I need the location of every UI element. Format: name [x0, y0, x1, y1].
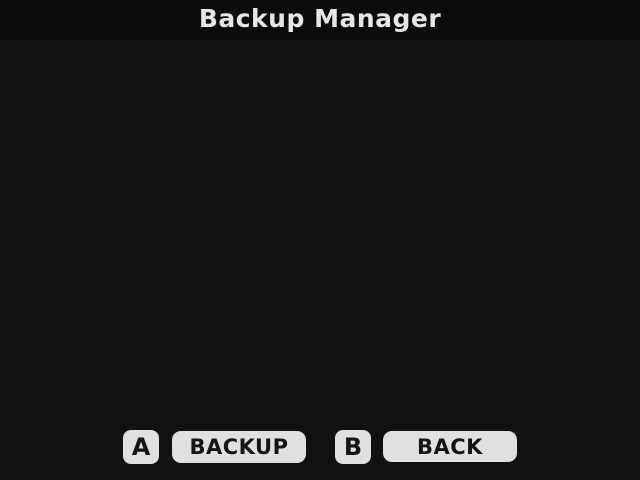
screen: Backup Manager A BACKUP B BACK: [0, 0, 640, 480]
b-button-icon[interactable]: B: [335, 430, 371, 464]
backup-button[interactable]: BACKUP: [172, 431, 306, 463]
back-button[interactable]: BACK: [383, 431, 517, 462]
button-hint-bar: A BACKUP B BACK: [0, 424, 640, 480]
content-area: [0, 40, 640, 424]
page-title: Backup Manager: [198, 3, 442, 33]
a-button-icon[interactable]: A: [123, 430, 159, 464]
title-bar: Backup Manager: [0, 0, 640, 40]
